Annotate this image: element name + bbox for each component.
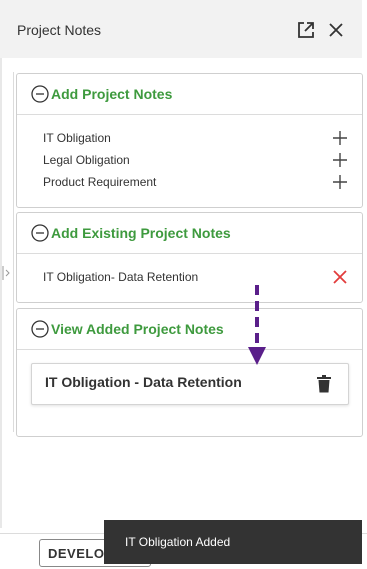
plus-icon[interactable]: [332, 152, 348, 168]
add-existing-project-notes-panel: Add Existing Project Notes IT Obligation…: [16, 212, 363, 303]
existing-note-label: IT Obligation- Data Retention: [43, 270, 199, 284]
list-item: IT Obligation- Data Retention: [43, 267, 348, 287]
section-title: View Added Project Notes: [51, 321, 224, 337]
remove-x-icon[interactable]: [332, 269, 348, 285]
close-icon[interactable]: [326, 20, 346, 40]
panel-title: Project Notes: [17, 22, 102, 38]
toast-notification: IT Obligation Added: [104, 520, 362, 564]
toast-message: IT Obligation Added: [125, 535, 231, 549]
content-left-border: [13, 72, 14, 432]
list-item: IT Obligation: [43, 128, 348, 148]
note-type-label: Product Requirement: [43, 175, 157, 189]
add-project-notes-panel: Add Project Notes IT Obligation Legal Ob…: [16, 73, 363, 208]
added-note-title: IT Obligation - Data Retention: [45, 374, 242, 390]
panel-header: Project Notes: [0, 0, 362, 58]
panel-left-border: [0, 58, 2, 528]
view-added-project-notes-panel: View Added Project Notes IT Obligation -…: [16, 308, 363, 437]
list-item: Product Requirement: [43, 172, 348, 192]
add-existing-project-notes-header[interactable]: Add Existing Project Notes: [17, 213, 362, 254]
trash-icon[interactable]: [316, 375, 332, 393]
annotation-arrow-icon: [248, 285, 266, 365]
external-link-icon[interactable]: [296, 20, 316, 40]
add-project-notes-header[interactable]: Add Project Notes: [17, 74, 362, 115]
added-note-card[interactable]: IT Obligation - Data Retention: [31, 363, 349, 405]
collapse-minus-icon[interactable]: [31, 224, 49, 242]
section-title: Add Project Notes: [51, 86, 173, 102]
resize-handle-icon[interactable]: [0, 264, 10, 282]
section-title: Add Existing Project Notes: [51, 225, 231, 241]
list-item: Legal Obligation: [43, 150, 348, 170]
note-type-label: Legal Obligation: [43, 153, 130, 167]
collapse-minus-icon[interactable]: [31, 320, 49, 338]
divider: [17, 349, 362, 350]
plus-icon[interactable]: [332, 174, 348, 190]
plus-icon[interactable]: [332, 130, 348, 146]
view-added-project-notes-header[interactable]: View Added Project Notes: [17, 309, 362, 349]
note-type-label: IT Obligation: [43, 131, 111, 145]
collapse-minus-icon[interactable]: [31, 85, 49, 103]
